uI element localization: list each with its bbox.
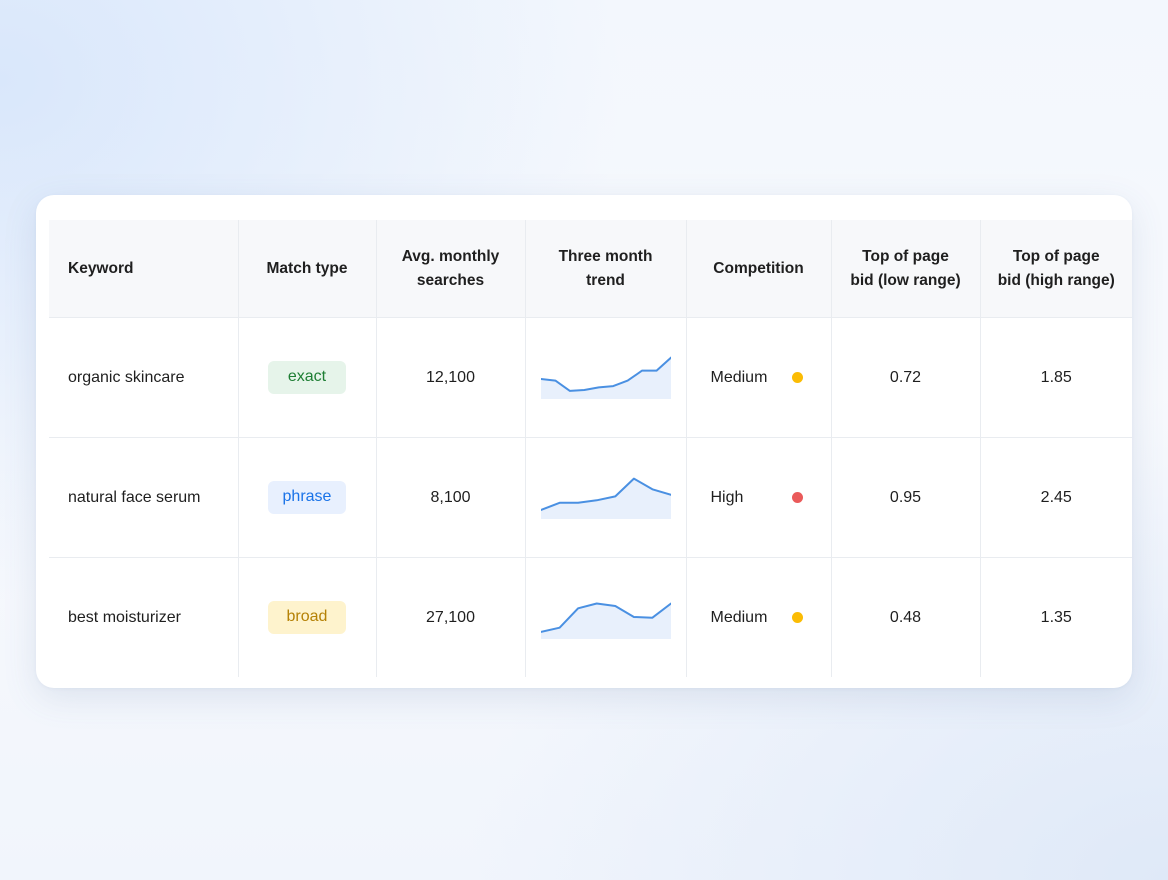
- table-row[interactable]: best moisturizer broad 27,100 Medium 0.4…: [49, 557, 1132, 677]
- table-row[interactable]: organic skincare exact 12,100 Medium 0.7…: [49, 317, 1132, 438]
- header-competition[interactable]: Competition: [686, 220, 832, 318]
- keyword-cell: natural face serum: [49, 437, 239, 558]
- header-avg-monthly-searches[interactable]: Avg. monthly searches: [376, 220, 526, 318]
- competition-dot-icon: [791, 372, 803, 383]
- trend-sparkline: [540, 477, 671, 519]
- match-type-badge: broad: [268, 601, 346, 634]
- bid-high-cell: 1.35: [1040, 608, 1072, 626]
- match-type-cell: exact: [238, 317, 377, 438]
- header-three-month-trend[interactable]: Three month trend: [525, 220, 687, 318]
- keyword-table-card: Keyword Match type Avg. monthly searches…: [36, 195, 1132, 688]
- competition-cell: Medium: [686, 317, 832, 438]
- competition-dot-icon: [791, 492, 803, 503]
- match-type-badge: exact: [268, 361, 346, 394]
- header-keyword[interactable]: Keyword: [49, 220, 239, 318]
- bid-low-cell: 0.95: [831, 437, 981, 558]
- searches-cell: 8,100: [376, 437, 526, 558]
- match-type-badge: phrase: [268, 481, 346, 514]
- competition-label: Medium: [710, 368, 768, 386]
- competition-label: High: [710, 488, 744, 506]
- trend-cell: [525, 437, 687, 558]
- table-header-row: Keyword Match type Avg. monthly searches…: [49, 220, 1132, 318]
- trend-cell: [525, 557, 687, 677]
- searches-cell: 27,100: [376, 557, 526, 677]
- trend-sparkline: [540, 602, 671, 639]
- keyword-cell: best moisturizer: [49, 557, 239, 677]
- match-type-cell: broad: [238, 557, 377, 677]
- match-type-cell: phrase: [238, 437, 377, 558]
- trend-cell: [525, 317, 687, 438]
- competition-cell: High: [686, 437, 832, 558]
- trend-area: [540, 603, 671, 639]
- competition-cell: Medium: [686, 557, 832, 677]
- bid-high-cell: 2.45: [980, 437, 1132, 558]
- bid-low-cell: 0.72: [831, 317, 981, 438]
- header-match-type[interactable]: Match type: [238, 220, 377, 318]
- competition-label: Medium: [710, 608, 768, 626]
- keyword-table: Keyword Match type Avg. monthly searches…: [49, 220, 1132, 677]
- bid-high-cell: 1.85: [980, 317, 1132, 438]
- searches-cell: 12,100: [376, 317, 526, 438]
- header-bid-low-range[interactable]: Top of page bid (low range): [831, 220, 981, 318]
- competition-dot-icon: [791, 612, 803, 623]
- table-row[interactable]: natural face serum phrase 8,100 High 0.9…: [49, 437, 1132, 558]
- keyword-cell: organic skincare: [49, 317, 239, 438]
- trend-area: [540, 357, 671, 399]
- trend-sparkline: [540, 356, 671, 399]
- header-bid-high-range[interactable]: Top of page bid (high range): [980, 220, 1132, 318]
- bid-low-cell: 0.48: [831, 557, 981, 677]
